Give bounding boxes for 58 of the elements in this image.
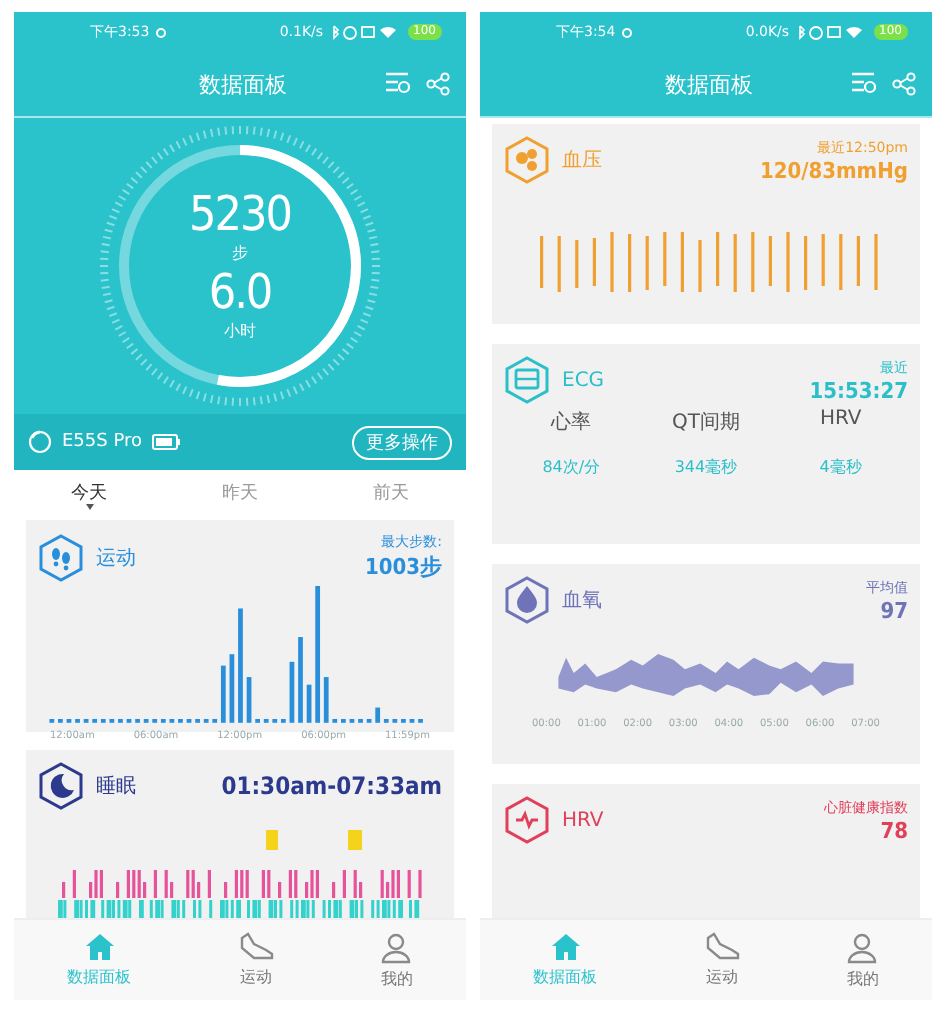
card-title: 运动 [96, 545, 136, 571]
nav-tab[interactable]: 数据面板 [67, 932, 132, 988]
hours-value: 6.0 [208, 266, 272, 320]
more-actions-button[interactable]: 更多操作 [352, 425, 452, 459]
device-name: E55S Pro [62, 432, 142, 452]
hours-unit: 小时 [224, 320, 256, 344]
activity-bar [298, 637, 303, 723]
metric-label: 心率 [548, 409, 594, 436]
metric-value: 84次/分 [540, 456, 603, 478]
step-unit: 步 [232, 242, 248, 266]
day-tab[interactable]: 昨天 [221, 479, 258, 505]
home-icon [83, 932, 116, 962]
card-value: 97 [880, 597, 908, 623]
metric-label: QT间期 [670, 409, 742, 436]
activity-bar [306, 684, 312, 723]
activity-bar [238, 608, 243, 723]
shoe-icon [237, 932, 274, 962]
nav-tab[interactable]: 我的 [846, 931, 879, 989]
screen-title: 数据面板 [197, 69, 289, 99]
battery-icon [152, 434, 180, 450]
watch-icon [28, 430, 52, 454]
activity-bar [220, 665, 226, 723]
shoe-icon [703, 932, 740, 962]
activity-bar [246, 677, 252, 723]
share-icon[interactable] [892, 72, 916, 96]
metric-value: 4毫秒 [817, 456, 864, 478]
card-title: 血氧 [562, 588, 602, 614]
card-value: 78 [880, 817, 908, 843]
metric-label: HRV [817, 408, 864, 434]
nav-tab[interactable]: 运动 [703, 932, 740, 988]
list-icon[interactable] [850, 72, 876, 94]
card-value: 01:30am-07:33am [221, 772, 442, 800]
activity-bar [229, 654, 235, 723]
sleep-card[interactable]: 睡眠 01:30am-07:33am [26, 750, 454, 918]
card-title: 血压 [562, 148, 602, 174]
status-icons-drawing [329, 24, 402, 40]
person-icon [846, 931, 879, 963]
day-tab[interactable]: 今天 [71, 479, 108, 505]
card-title: ECG [562, 369, 605, 391]
screen-title: 数据面板 [663, 69, 755, 99]
card-value: 15:53:27 [809, 377, 908, 403]
card-title: 睡眠 [96, 773, 136, 800]
status-icons-drawing [795, 24, 868, 40]
metric-value: 344毫秒 [672, 456, 740, 478]
settings-icon [155, 27, 166, 37]
share-icon[interactable] [426, 72, 450, 96]
nav-tab[interactable]: 我的 [380, 931, 413, 989]
card-value: 120/83mmHg [759, 157, 908, 183]
card-title: HRV [562, 809, 604, 831]
card-value: 1003步 [364, 552, 442, 582]
person-icon [380, 931, 413, 963]
home-icon [549, 932, 582, 962]
step-count: 5230 [189, 188, 291, 242]
nav-tab[interactable]: 数据面板 [533, 932, 598, 988]
list-icon[interactable] [384, 72, 410, 94]
settings-icon [621, 27, 632, 37]
day-tab[interactable]: 前天 [372, 479, 409, 505]
nav-tab[interactable]: 运动 [237, 932, 274, 988]
